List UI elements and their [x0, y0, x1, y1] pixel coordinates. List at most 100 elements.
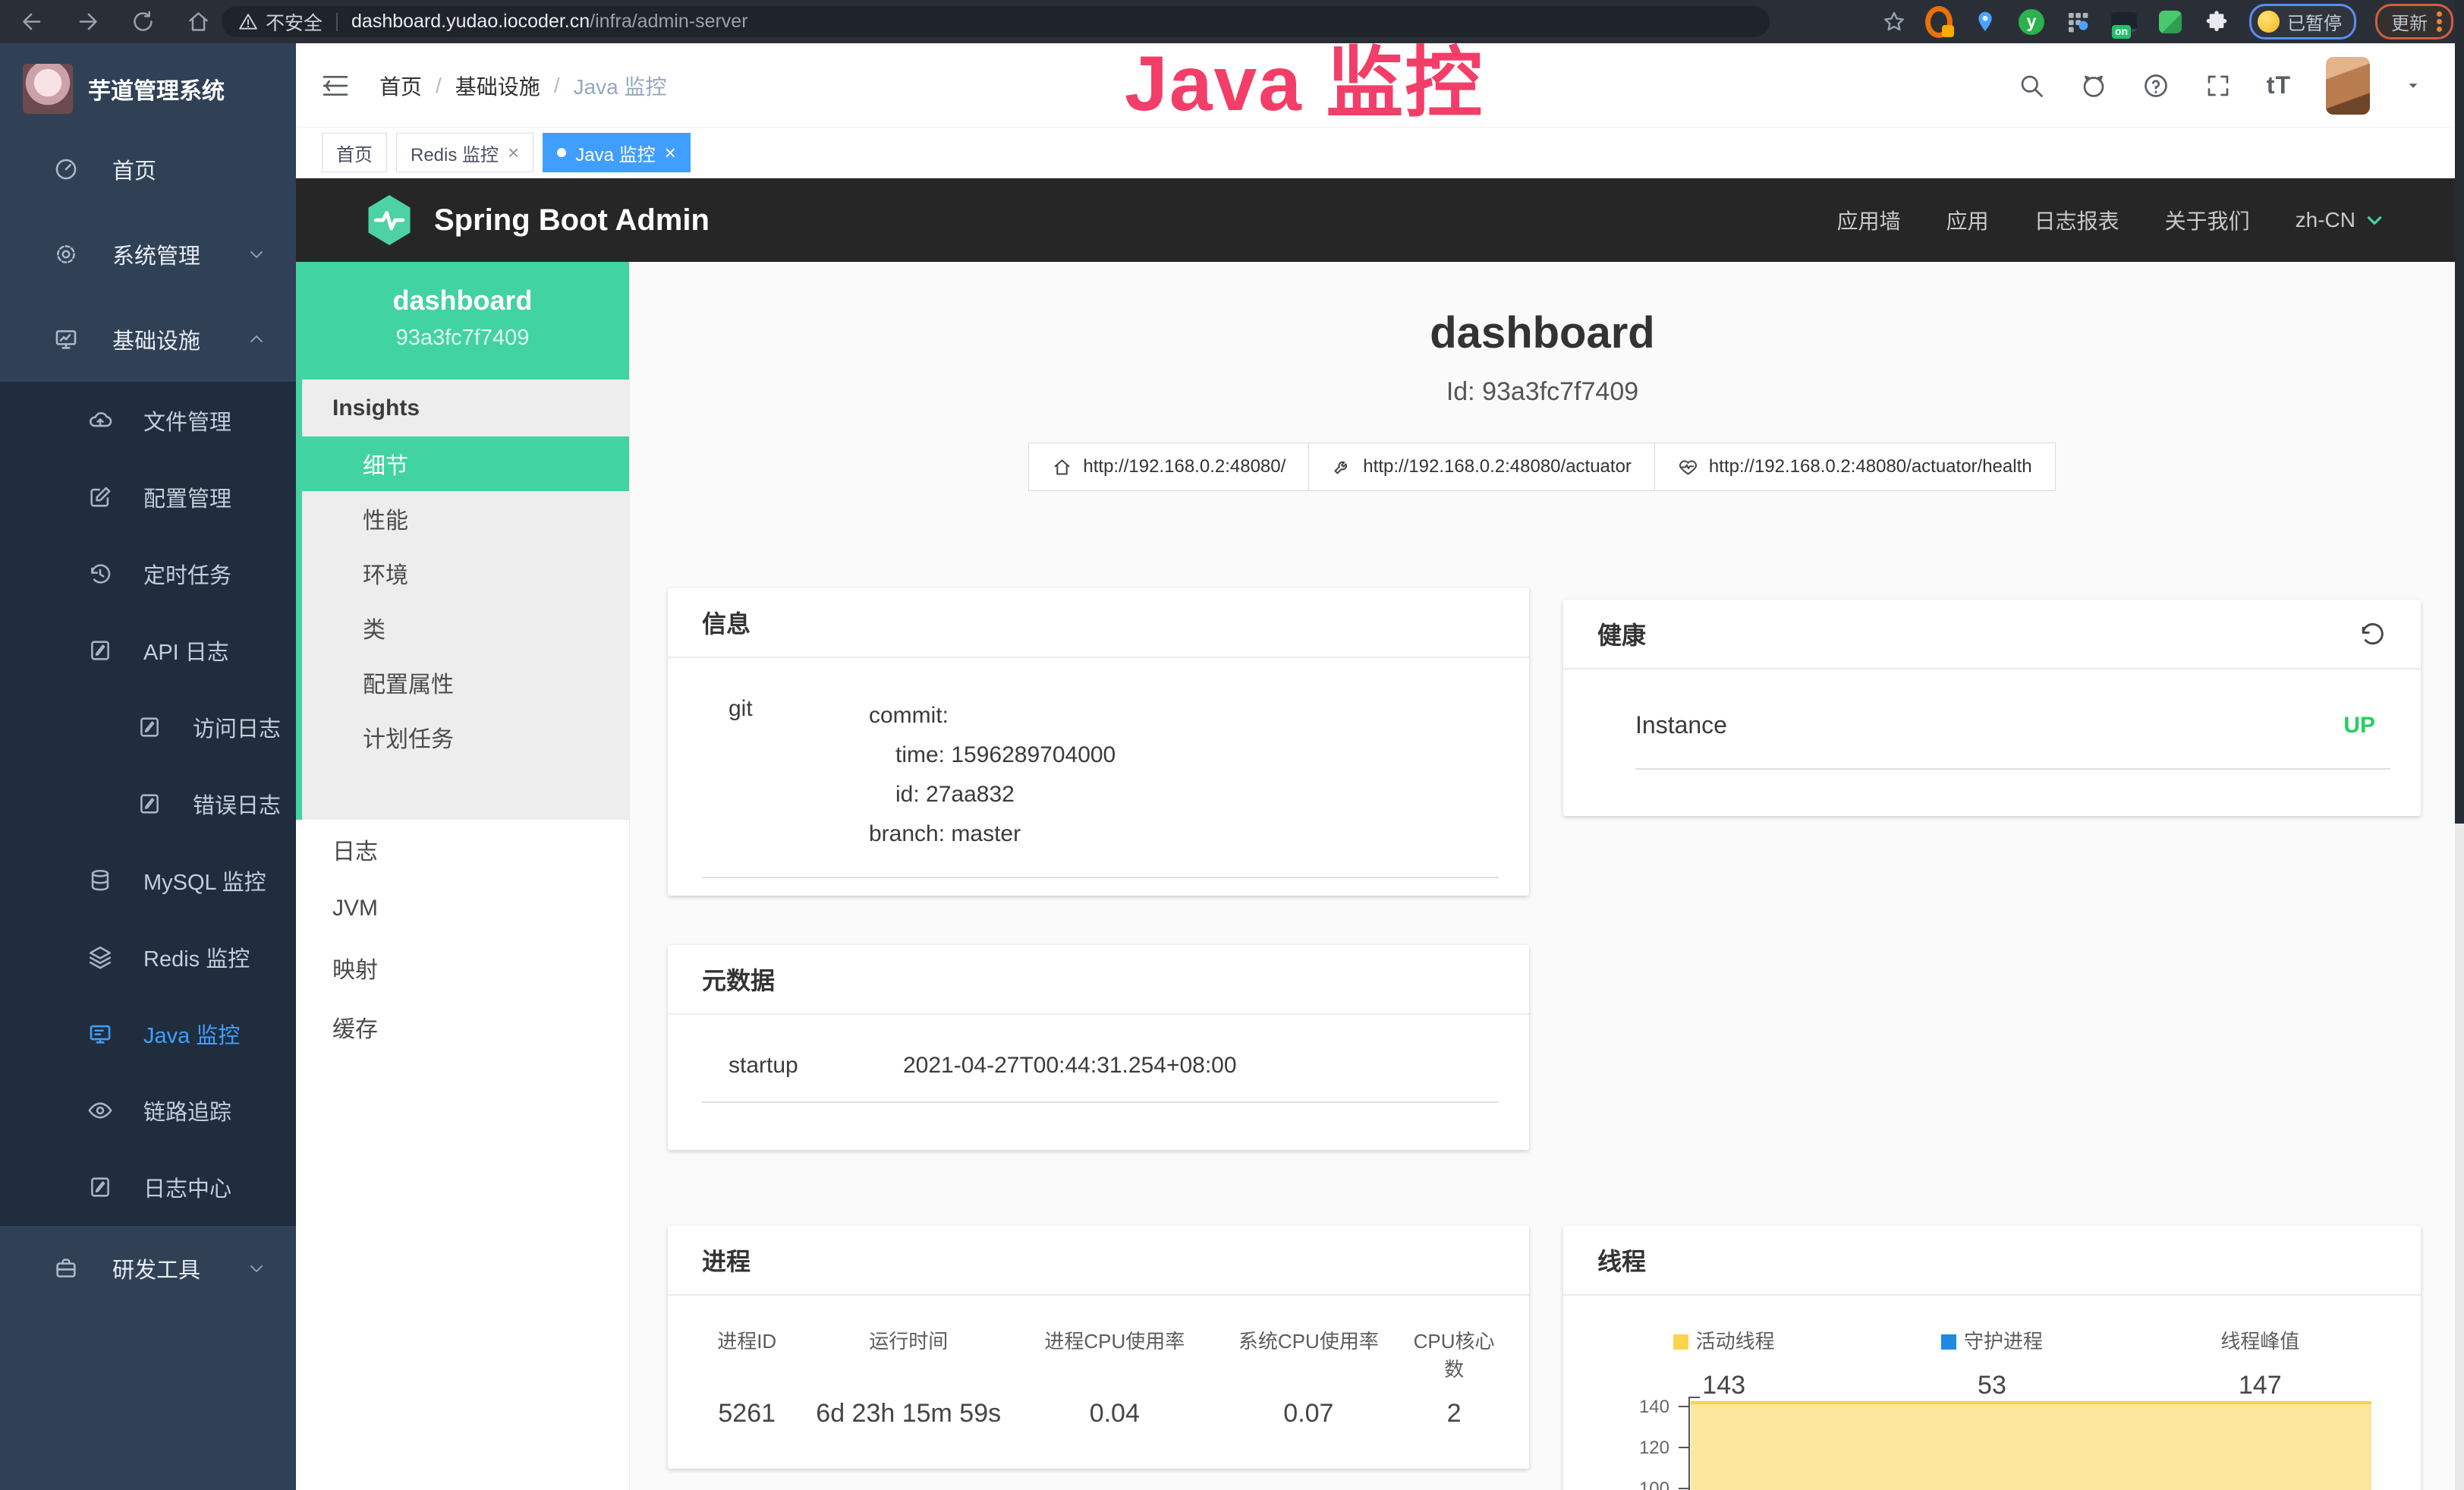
info-label-git: git	[729, 696, 869, 854]
browser-extension-icon[interactable]	[1925, 8, 1953, 36]
search-icon[interactable]	[2018, 72, 2045, 99]
annotation-text: Java 监控	[1125, 21, 1484, 133]
sba-nav-applications[interactable]: 应用	[1946, 205, 1989, 235]
sba-nav-about[interactable]: 关于我们	[2165, 205, 2250, 235]
tag-java-monitor[interactable]: Java 监控 ×	[543, 133, 691, 172]
y-axis-tick-label: 100	[1594, 1479, 1669, 1490]
sba-locale-select[interactable]: zh-CN	[2296, 208, 2384, 232]
edit-square-icon	[87, 484, 113, 510]
chevron-up-icon	[247, 330, 266, 348]
browser-update-button[interactable]: 更新	[2375, 4, 2453, 39]
sba-nav-details[interactable]: 细节	[296, 436, 629, 491]
sidebar-item-scheduled-jobs[interactable]: 定时任务	[0, 535, 296, 612]
sidebar-item-mysql-monitor[interactable]: MySQL 监控	[0, 842, 296, 918]
health-card: 健康 Instance UP	[1563, 600, 2421, 816]
browser-extension-icon[interactable]	[2064, 8, 2091, 36]
browser-extension-puzzle-icon[interactable]	[2203, 8, 2230, 36]
breadcrumb-home[interactable]: 首页	[379, 71, 422, 101]
briefcase-icon	[53, 1255, 79, 1281]
actuator-url-button[interactable]: http://192.168.0.2:48080/actuator	[1308, 443, 1655, 491]
divider	[702, 877, 1499, 878]
divider	[1635, 768, 2390, 770]
sba-nav-logs[interactable]: 日志	[296, 820, 629, 879]
sidebar-item-file-manage[interactable]: 文件管理	[0, 382, 296, 458]
breadcrumb-section[interactable]: 基础设施	[455, 71, 540, 101]
sidebar-item-error-log[interactable]: 错误日志	[0, 765, 296, 842]
sba-nav-metrics[interactable]: 性能	[296, 491, 629, 546]
sidebar-item-log-center[interactable]: 日志中心	[0, 1148, 296, 1225]
sidebar-item-infra[interactable]: 基础设施	[0, 297, 296, 382]
bookmark-star-icon[interactable]	[1882, 10, 1906, 34]
status-badge: UP	[2343, 713, 2375, 739]
divider	[702, 1101, 1499, 1103]
sba-instance-sidebar: dashboard 93a3fc7f7409 Insights 细节 性能 环境…	[296, 262, 630, 1490]
screen-monitor-icon	[87, 1021, 113, 1047]
threads-card: 线程 活动线程 守护进程 线程峰值 143 53 147 140 120 100	[1563, 1226, 2421, 1490]
sidebar-item-access-log[interactable]: 访问日志	[0, 688, 296, 765]
paused-extension-badge[interactable]: 已暂停	[2249, 4, 2356, 39]
browser-extension-icon[interactable]	[1972, 8, 1999, 36]
sba-nav-config-props[interactable]: 配置属性	[296, 655, 629, 710]
y-axis-line	[1688, 1397, 1690, 1490]
font-size-icon[interactable]: tT	[2267, 71, 2291, 99]
browser-forward-icon[interactable]	[75, 9, 100, 34]
history-icon[interactable]	[2358, 619, 2387, 648]
sba-nav-wallboard[interactable]: 应用墙	[1837, 205, 1901, 235]
sba-nav-caches[interactable]: 缓存	[296, 997, 629, 1057]
browser-menu-kebab-icon[interactable]	[2437, 9, 2442, 34]
eye-icon	[87, 1098, 113, 1123]
emoji-face-icon	[2258, 11, 2280, 33]
browser-extension-icon[interactable]: on	[2110, 8, 2138, 36]
daemon-threads-legend-swatch	[1941, 1334, 1956, 1350]
address-bar[interactable]: 不安全 dashboard.yudao.iocoder.cn/infra/adm…	[222, 6, 1770, 37]
sidebar-item-home[interactable]: 首页	[0, 127, 296, 212]
sba-brand-title[interactable]: Spring Boot Admin	[434, 203, 710, 238]
dashboard-gauge-icon	[53, 156, 79, 182]
sba-nav-environment[interactable]: 环境	[296, 546, 629, 600]
close-icon[interactable]: ×	[665, 143, 676, 162]
sidebar-collapse-icon[interactable]	[320, 71, 351, 101]
github-icon[interactable]	[2080, 72, 2107, 99]
sba-main-content: dashboard Id: 93a3fc7f7409 http://192.16…	[630, 262, 2455, 1490]
y-axis-tick-label: 120	[1594, 1438, 1669, 1459]
sidebar-item-trace[interactable]: 链路追踪	[0, 1072, 296, 1148]
browser-extension-icon[interactable]: y	[2018, 8, 2045, 36]
browser-extension-icon[interactable]	[2157, 8, 2184, 36]
uptime-value: 6d 23h 15m 59s	[799, 1399, 1018, 1429]
chevron-down-icon	[247, 1259, 266, 1277]
chevron-down-icon	[247, 245, 266, 263]
tag-home[interactable]: 首页	[322, 133, 387, 172]
sba-nav-journal[interactable]: 日志报表	[2034, 205, 2119, 235]
process-card: 进程 进程ID 运行时间 进程CPU使用率 系统CPU使用率 CPU核心数 52…	[668, 1226, 1529, 1469]
instance-name: dashboard	[296, 285, 629, 317]
close-icon[interactable]: ×	[508, 143, 519, 162]
y-axis-tick-label: 140	[1594, 1397, 1669, 1418]
sidebar-item-dev-tools[interactable]: 研发工具	[0, 1226, 296, 1311]
process-table-values: 5261 6d 23h 15m 59s 0.04 0.07 2	[668, 1382, 1529, 1429]
caret-down-icon[interactable]	[2405, 77, 2422, 94]
service-url-button[interactable]: http://192.168.0.2:48080/	[1028, 443, 1309, 491]
browser-home-icon[interactable]	[186, 9, 211, 34]
app-logo-row[interactable]: 芋道管理系统	[0, 43, 296, 134]
browser-reload-icon[interactable]	[131, 9, 156, 34]
tag-redis-monitor[interactable]: Redis 监控 ×	[396, 133, 533, 172]
sba-nav-jvm[interactable]: JVM	[296, 879, 629, 938]
layers-icon	[87, 944, 113, 970]
browser-back-icon[interactable]	[20, 9, 45, 34]
user-avatar[interactable]	[2326, 57, 2370, 115]
scrollbar-thumb[interactable]	[2455, 0, 2464, 824]
sidebar-item-java-monitor[interactable]: Java 监控	[0, 995, 296, 1072]
sba-nav-classes[interactable]: 类	[296, 600, 629, 655]
sidebar-item-system[interactable]: 系统管理	[0, 212, 296, 297]
health-url-button[interactable]: http://192.168.0.2:48080/actuator/health	[1654, 443, 2056, 491]
sidebar-item-redis-monitor[interactable]: Redis 监控	[0, 918, 296, 995]
help-icon[interactable]	[2142, 72, 2170, 99]
sidebar-item-api-log[interactable]: API 日志	[0, 612, 296, 688]
cloud-upload-icon	[87, 408, 113, 433]
fullscreen-icon[interactable]	[2204, 72, 2232, 99]
browser-scrollbar[interactable]	[2455, 0, 2464, 1490]
sba-nav-scheduled-tasks[interactable]: 计划任务	[296, 710, 629, 764]
instance-header[interactable]: dashboard 93a3fc7f7409	[296, 262, 629, 380]
sidebar-item-config-manage[interactable]: 配置管理	[0, 458, 296, 535]
sba-nav-mappings[interactable]: 映射	[296, 938, 629, 997]
